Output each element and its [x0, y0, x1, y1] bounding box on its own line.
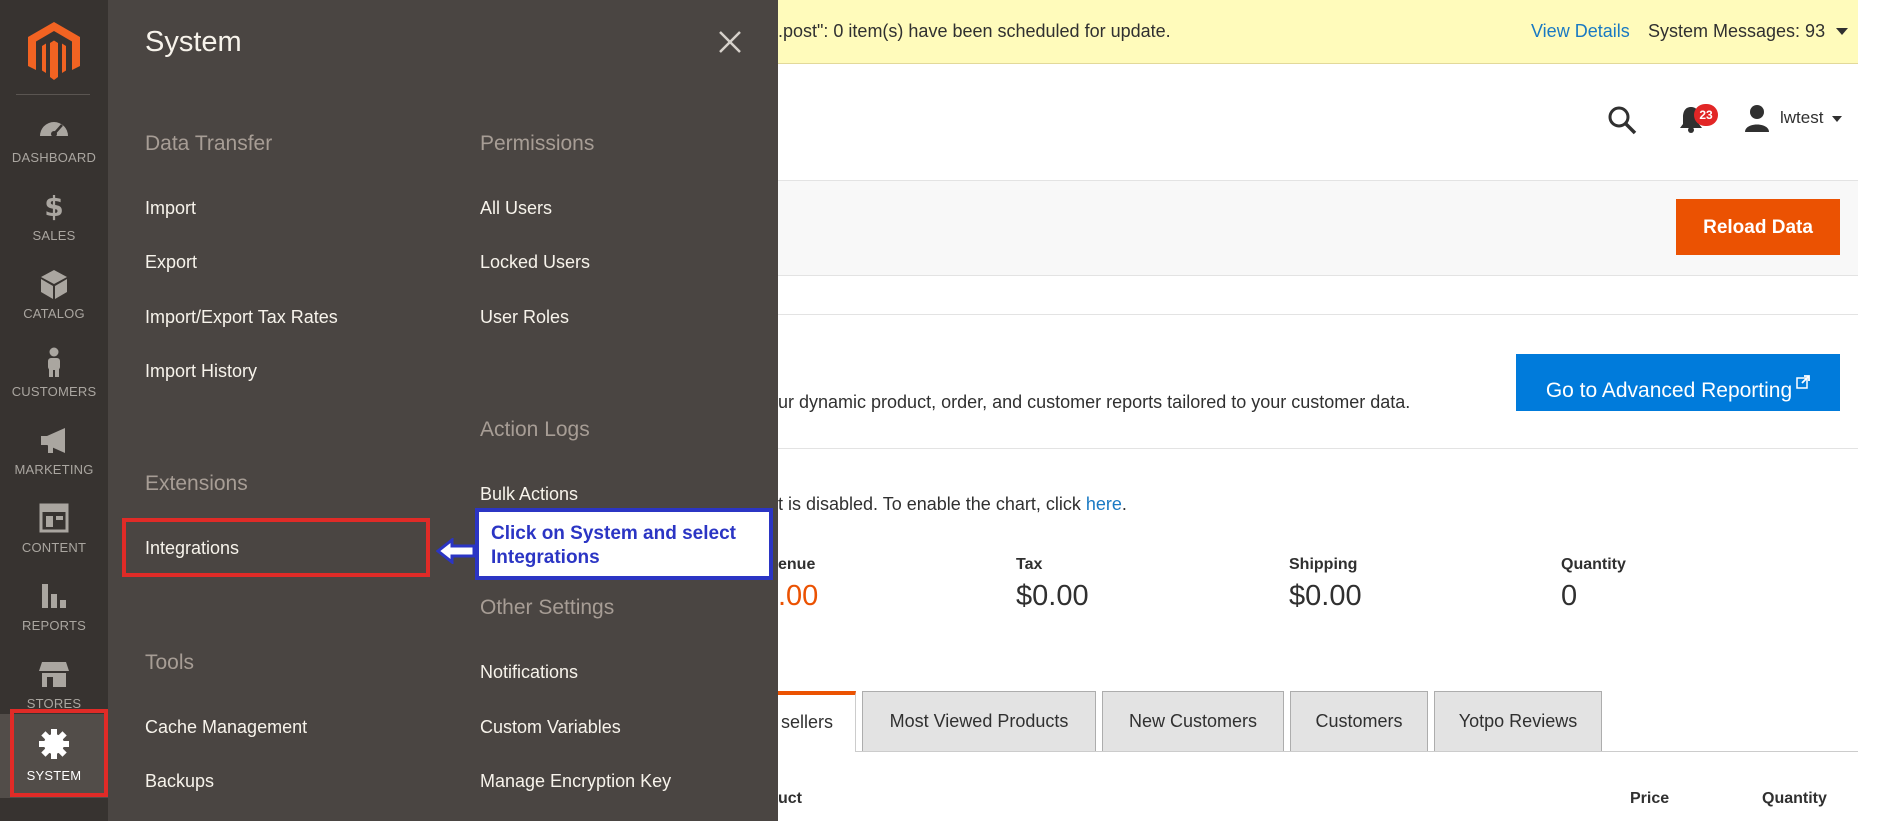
nav-label: MARKETING — [14, 462, 94, 477]
bar-chart-icon — [38, 580, 70, 612]
nav-item-content[interactable]: CONTENT — [0, 502, 108, 578]
menu-link-import[interactable]: Import — [145, 198, 196, 219]
user-menu[interactable]: lwtest — [1780, 108, 1823, 128]
chart-disabled-text: t is disabled. To enable the chart, clic… — [778, 494, 1086, 514]
system-flyout-menu: System Data Transfer Import Export Impor… — [108, 0, 778, 821]
nav-label: CONTENT — [21, 540, 87, 555]
chart-disabled-end: . — [1121, 494, 1127, 514]
nav-item-dashboard[interactable]: DASHBOARD — [0, 112, 108, 188]
tab-yotpo-reviews[interactable]: Yotpo Reviews — [1434, 691, 1602, 751]
store-icon — [38, 658, 70, 690]
nav-item-catalog[interactable]: CATALOG — [0, 268, 108, 344]
instruction-callout: Click on System and select Integrations — [475, 508, 773, 580]
nav-label: REPORTS — [21, 618, 86, 633]
admin-sidebar: DASHBOARD $ SALES CATALOG CUSTOMERS MARK… — [0, 0, 108, 821]
menu-link-import-export-tax-rates[interactable]: Import/Export Tax Rates — [145, 307, 338, 328]
stat-value-tax: $0.00 — [1016, 580, 1089, 612]
tab-customers[interactable]: Customers — [1290, 691, 1428, 751]
advanced-reporting-description: ur dynamic product, order, and customer … — [778, 392, 1411, 412]
menu-link-cache-management[interactable]: Cache Management — [145, 717, 307, 738]
advanced-reporting-button-label: Go to Advanced Reporting — [1545, 379, 1793, 402]
system-message-bar: .post": 0 item(s) have been scheduled fo… — [778, 0, 1858, 64]
stat-value-shipping: $0.00 — [1289, 580, 1362, 612]
section-title-other-settings: Other Settings — [480, 596, 615, 619]
view-details-link[interactable]: View Details — [1531, 21, 1630, 42]
nav-item-customers[interactable]: CUSTOMERS — [0, 346, 108, 422]
svg-text:$: $ — [44, 190, 63, 222]
stat-label-revenue: enue — [778, 556, 816, 573]
nav-label: CATALOG — [23, 306, 85, 321]
nav-item-system[interactable]: SYSTEM — [0, 714, 108, 798]
divider — [778, 448, 1858, 449]
menu-link-import-history[interactable]: Import History — [145, 361, 257, 382]
layout-icon — [38, 502, 70, 534]
advanced-reporting-button[interactable]: Go to Advanced Reporting — [1516, 354, 1840, 411]
reload-data-button[interactable]: Reload Data — [1676, 199, 1840, 255]
notification-count-badge: 23 — [1694, 104, 1718, 126]
close-icon[interactable] — [714, 26, 746, 58]
nav-label: STORES — [26, 696, 82, 711]
menu-link-user-roles[interactable]: User Roles — [480, 307, 569, 328]
section-title-extensions: Extensions — [145, 472, 248, 495]
section-title-action-logs: Action Logs — [480, 418, 590, 441]
system-message-text: .post": 0 item(s) have been scheduled fo… — [778, 21, 1171, 41]
section-title-data-transfer: Data Transfer — [145, 132, 273, 155]
box-icon — [38, 268, 70, 300]
chart-disabled-notice: t is disabled. To enable the chart, clic… — [778, 494, 1127, 515]
section-title-permissions: Permissions — [480, 132, 595, 155]
callout-text: Click on System and select Integrations — [491, 523, 736, 568]
stat-label-shipping: Shipping — [1289, 556, 1358, 573]
nav-item-marketing[interactable]: MARKETING — [0, 424, 108, 500]
menu-link-all-users[interactable]: All Users — [480, 198, 552, 219]
enable-chart-link[interactable]: here — [1086, 494, 1122, 514]
person-icon — [38, 346, 70, 378]
nav-label: SYSTEM — [26, 768, 82, 783]
column-header-price: Price — [1630, 790, 1670, 807]
menu-link-backups[interactable]: Backups — [145, 771, 214, 792]
stat-label-tax: Tax — [1016, 556, 1043, 573]
menu-link-manage-encryption-key[interactable]: Manage Encryption Key — [480, 771, 671, 792]
menu-link-bulk-actions[interactable]: Bulk Actions — [480, 484, 578, 505]
stat-value-quantity: 0 — [1561, 580, 1578, 612]
tab-new-customers[interactable]: New Customers — [1102, 691, 1284, 751]
stat-value-revenue: .00 — [778, 580, 819, 612]
stat-label-quantity: Quantity — [1561, 556, 1626, 573]
dollar-icon: $ — [38, 190, 70, 223]
nav-divider — [16, 94, 90, 95]
section-title-tools: Tools — [145, 651, 195, 674]
chevron-down-icon[interactable] — [1836, 28, 1848, 35]
nav-item-sales[interactable]: $ SALES — [0, 190, 108, 266]
tabs-divider — [778, 751, 1858, 752]
magento-logo-icon[interactable] — [28, 22, 80, 80]
column-header-quantity: Quantity — [1762, 790, 1827, 807]
flyout-title: System — [145, 26, 242, 58]
menu-link-export[interactable]: Export — [145, 252, 197, 273]
column-header-product: uct — [778, 790, 802, 807]
dashboard-icon — [38, 112, 70, 144]
nav-label: CUSTOMERS — [11, 384, 97, 399]
user-icon[interactable] — [1744, 104, 1770, 132]
chevron-down-icon[interactable] — [1832, 116, 1842, 122]
system-messages-toggle[interactable]: System Messages: 93 — [1648, 21, 1825, 42]
search-icon[interactable] — [1606, 104, 1638, 136]
menu-link-custom-variables[interactable]: Custom Variables — [480, 717, 621, 738]
integrations-highlight-box — [122, 518, 430, 577]
nav-item-reports[interactable]: REPORTS — [0, 580, 108, 656]
nav-label: DASHBOARD — [11, 150, 97, 165]
nav-label: SALES — [32, 228, 76, 243]
menu-link-notifications[interactable]: Notifications — [480, 662, 578, 683]
megaphone-icon — [38, 424, 70, 456]
callout-arrow-icon — [436, 538, 476, 564]
menu-link-locked-users[interactable]: Locked Users — [480, 252, 590, 273]
gear-icon — [38, 728, 70, 760]
tab-most-viewed-products[interactable]: Most Viewed Products — [862, 691, 1096, 751]
divider — [778, 314, 1858, 315]
external-link-icon — [1796, 354, 1811, 389]
